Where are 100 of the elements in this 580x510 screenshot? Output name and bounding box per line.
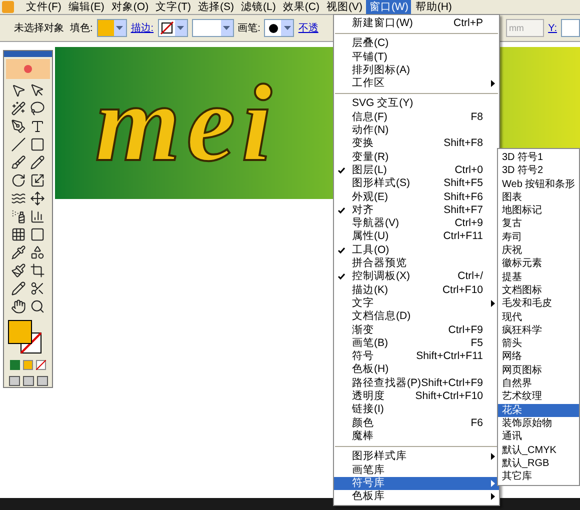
shapes-icon[interactable] <box>30 245 45 260</box>
menu-item[interactable]: 渐变 Ctrl+F9 <box>334 324 499 337</box>
menu-item[interactable]: 画笔(B) F5 <box>334 336 499 350</box>
menu-item[interactable]: 图表 <box>498 190 579 204</box>
lasso-icon[interactable] <box>30 101 45 116</box>
warp-icon[interactable] <box>11 191 26 206</box>
menu-item[interactable]: 疯狂科学 <box>498 324 579 338</box>
menu-item[interactable]: 花朵 <box>498 404 579 417</box>
menu-item[interactable]: 色板(H) <box>334 363 499 377</box>
menu-item[interactable]: 颜色 F6 <box>334 416 499 430</box>
menu-item[interactable]: 庆祝 <box>498 244 579 258</box>
menu-item[interactable]: 链接(I) <box>334 403 499 417</box>
menu-item[interactable]: 对齐 Shift+F7 <box>334 204 499 218</box>
menu-item[interactable]: 徽标元素 <box>498 257 579 271</box>
scissors-icon[interactable] <box>30 281 45 296</box>
none-mode-icon[interactable] <box>36 360 46 370</box>
menu-item[interactable]: 对象(O) <box>108 0 152 14</box>
menu-item[interactable]: 网页图标 <box>498 364 579 378</box>
menu-item[interactable]: 色板库 <box>334 490 499 504</box>
menu-item[interactable]: 窗口(W) <box>366 0 412 14</box>
move-icon[interactable] <box>30 191 45 206</box>
menu-item[interactable]: 魔棒 <box>334 430 499 444</box>
menu-item[interactable]: 导航器(V) Ctrl+9 <box>334 217 499 230</box>
menu-item[interactable]: 图形样式(S) Shift+F5 <box>334 177 499 191</box>
menu-item[interactable]: 属性(U) Ctrl+F11 <box>334 230 499 244</box>
rectangle-icon[interactable] <box>30 137 45 152</box>
menu-item[interactable]: 层叠(C) <box>334 37 499 51</box>
type-icon[interactable] <box>30 119 45 134</box>
menu-item[interactable]: 变量(R) <box>334 150 499 164</box>
menu-item[interactable]: 效果(C) <box>280 0 322 14</box>
screen-mode-icon[interactable] <box>22 376 34 386</box>
pointer-icon[interactable] <box>30 83 45 98</box>
fill-dropdown[interactable] <box>96 19 127 37</box>
menu-item[interactable]: 工具(O) <box>334 244 499 258</box>
menu-item[interactable]: 控制调板(X) Ctrl+/ <box>334 270 499 284</box>
fill-swatch[interactable] <box>8 320 32 344</box>
menu-item[interactable]: Web 按钮和条形 <box>498 178 579 191</box>
menu-item[interactable]: 网络 <box>498 350 579 364</box>
menu-item[interactable]: 地图标记 <box>498 204 579 218</box>
menu-item[interactable]: 排列图标(A) <box>334 64 499 78</box>
menu-item[interactable]: 装饰原始物 <box>498 416 579 430</box>
menu-item[interactable]: 画笔库 <box>334 464 499 477</box>
menu-item[interactable]: 变换 Shift+F8 <box>334 137 499 151</box>
grid-icon[interactable] <box>11 227 26 242</box>
zoom-icon[interactable] <box>30 299 45 314</box>
scale-icon[interactable] <box>30 173 45 188</box>
menu-item[interactable]: 复古 <box>498 217 579 231</box>
menu-item[interactable]: 信息(F) F8 <box>334 110 499 124</box>
menu-item[interactable]: 艺术纹理 <box>498 390 579 404</box>
menu-item[interactable]: 文字(T) <box>152 0 194 14</box>
menu-item[interactable]: 箭头 <box>498 337 579 350</box>
menu-item[interactable]: 描边(K) Ctrl+F10 <box>334 284 499 297</box>
menu-item[interactable]: 图层(L) Ctrl+0 <box>334 164 499 178</box>
menu-item[interactable]: 寿司 <box>498 230 579 244</box>
opacity-link[interactable]: 不透 <box>298 20 318 36</box>
hand-icon[interactable] <box>11 299 26 314</box>
stroke-dropdown[interactable] <box>158 19 188 37</box>
menu-item[interactable]: 默认_CMYK <box>498 444 579 457</box>
crop-icon[interactable] <box>30 263 45 278</box>
menu-item[interactable]: 工作区 <box>334 77 499 90</box>
menu-item[interactable]: 自然界 <box>498 377 579 390</box>
rotate-icon[interactable] <box>11 173 26 188</box>
brush-dropdown[interactable] <box>264 19 294 37</box>
brush-icon[interactable] <box>11 155 26 170</box>
menu-item[interactable]: 符号 Shift+Ctrl+F11 <box>334 350 499 364</box>
pencil-icon[interactable] <box>30 155 45 170</box>
menu-item[interactable]: 滤镜(L) <box>238 0 279 14</box>
screen-mode-icon[interactable] <box>36 376 48 386</box>
menu-item[interactable]: 默认_RGB <box>498 456 579 470</box>
menu-item[interactable]: 拼合器预览 <box>334 257 499 270</box>
menu-item[interactable]: 文字 <box>334 296 499 310</box>
menu-item[interactable]: 图形样式库 <box>334 450 499 464</box>
eyedropper-icon[interactable] <box>11 245 26 260</box>
menu-item[interactable]: 3D 符号2 <box>498 164 579 178</box>
menu-item[interactable]: 新建窗口(W) Ctrl+P <box>334 17 499 30</box>
menu-item[interactable]: 符号库 <box>334 476 499 490</box>
menu-item[interactable]: 3D 符号1 <box>498 151 579 164</box>
menu-item[interactable]: 路径查找器(P)Shift+Ctrl+F9 <box>334 376 499 390</box>
menu-item[interactable]: 视图(V) <box>323 0 366 14</box>
arrow-icon[interactable] <box>11 83 26 98</box>
menu-item[interactable]: 编辑(E) <box>65 0 108 14</box>
menu-item[interactable]: 现代 <box>498 310 579 324</box>
menu-item[interactable]: 文档图标 <box>498 284 579 298</box>
menu-item[interactable]: 帮助(H) <box>412 0 455 14</box>
menu-item[interactable]: 选择(S) <box>195 0 238 14</box>
menu-item[interactable]: 提基 <box>498 270 579 284</box>
stroke-link[interactable]: 描边: <box>130 20 154 36</box>
y-field[interactable] <box>560 19 580 37</box>
bar-chart-icon[interactable] <box>30 209 45 224</box>
menu-item[interactable]: 外观(E) Shift+F6 <box>334 190 499 204</box>
pen-icon[interactable] <box>11 119 26 134</box>
menu-item[interactable]: 文件(F) <box>23 0 64 14</box>
wand-icon[interactable] <box>11 101 26 116</box>
spray-can-icon[interactable] <box>11 209 26 224</box>
screen-mode-icon[interactable] <box>8 376 20 386</box>
color-mode-icon[interactable] <box>10 360 20 370</box>
menu-item[interactable]: 其它库 <box>498 470 579 484</box>
line-icon[interactable] <box>11 137 26 152</box>
menu-item[interactable]: SVG 交互(Y) <box>334 97 499 111</box>
menu-item[interactable]: 文档信息(D) <box>334 310 499 324</box>
